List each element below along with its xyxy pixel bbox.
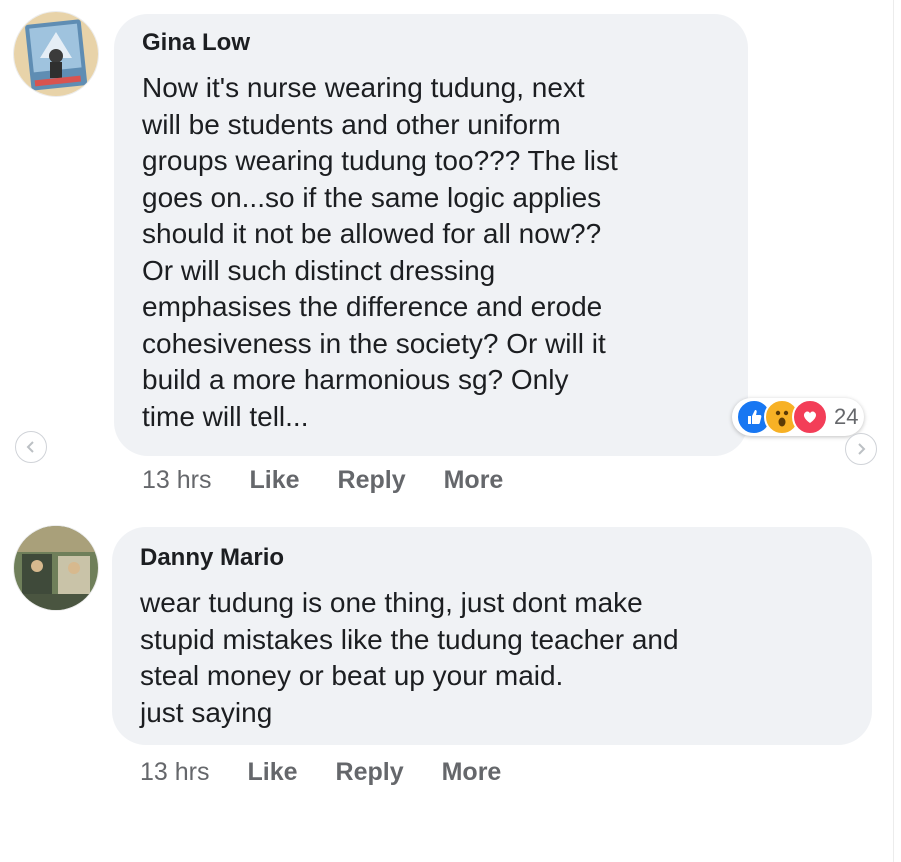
panel-divider xyxy=(893,0,894,862)
reply-button[interactable]: Reply xyxy=(338,466,406,495)
avatar-image xyxy=(14,526,98,610)
comment-timestamp[interactable]: 13 hrs xyxy=(140,758,209,787)
next-button[interactable] xyxy=(845,433,877,465)
more-button[interactable]: More xyxy=(444,466,504,495)
avatar-image xyxy=(14,12,98,96)
love-icon xyxy=(792,399,828,435)
chevron-right-icon xyxy=(858,443,866,455)
previous-button[interactable] xyxy=(15,431,47,463)
comment-text: Now it's nurse wearing tudung, next will… xyxy=(142,72,618,432)
like-button[interactable]: Like xyxy=(249,466,299,495)
comment-author[interactable]: Gina Low xyxy=(142,29,250,57)
comment-actions: 13 hrs Like Reply More xyxy=(142,466,503,495)
comment-text: wear tudung is one thing, just dont make… xyxy=(140,587,679,728)
like-button[interactable]: Like xyxy=(247,758,297,787)
reaction-count: 24 xyxy=(834,404,859,429)
avatar[interactable] xyxy=(14,12,98,96)
comment-actions: 13 hrs Like Reply More xyxy=(140,758,501,787)
reply-button[interactable]: Reply xyxy=(336,758,404,787)
comment-timestamp[interactable]: 13 hrs xyxy=(142,466,211,495)
reaction-summary[interactable]: 24 xyxy=(732,398,865,436)
chevron-left-icon xyxy=(26,441,34,453)
more-button[interactable]: More xyxy=(442,758,502,787)
avatar[interactable] xyxy=(14,526,98,610)
comment-author[interactable]: Danny Mario xyxy=(140,544,284,572)
